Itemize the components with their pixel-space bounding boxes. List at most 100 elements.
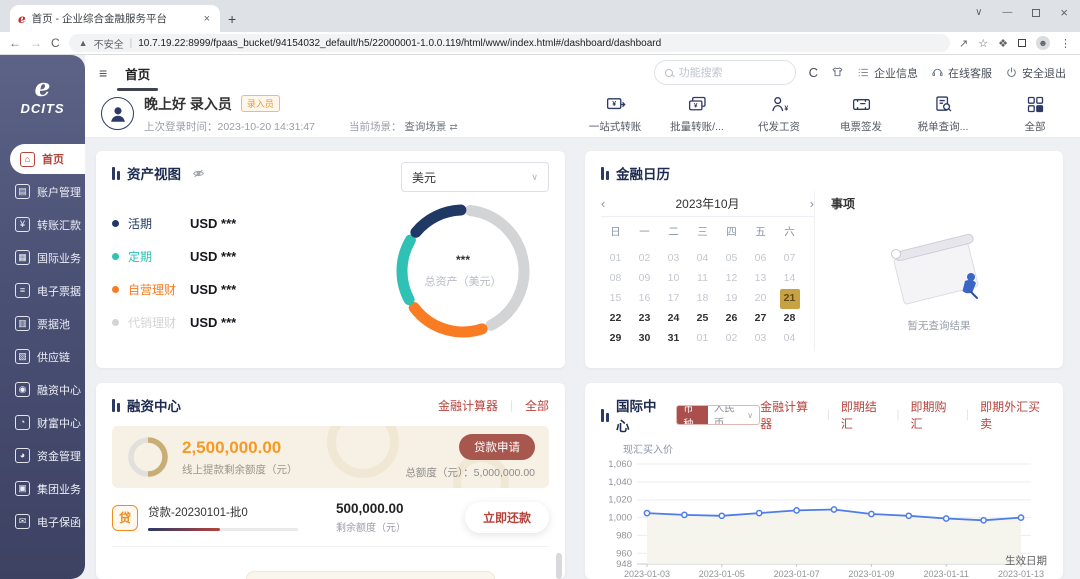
sidebar-item-group[interactable]: ▣集团业务 [0, 472, 85, 505]
quick-action-batch-transfer[interactable]: ¥批量转账/... [668, 94, 726, 134]
calendar-day[interactable]: 04 [775, 329, 804, 349]
financing-all-link[interactable]: 全部 [525, 397, 549, 414]
reload-icon[interactable]: C [51, 36, 60, 50]
sidebar-item-supply-chain[interactable]: ▧供应链 [0, 340, 85, 373]
quick-action-e-ticket[interactable]: 电票签发 [832, 94, 890, 134]
window-restore-icon[interactable] [1032, 9, 1040, 17]
tab-close-icon[interactable]: × [202, 13, 212, 25]
calendar-day[interactable]: 03 [746, 329, 775, 349]
sidebar-item-funds[interactable]: ◕资金管理 [0, 439, 85, 472]
forward-icon[interactable]: → [30, 36, 42, 50]
calendar-day[interactable]: 01 [688, 329, 717, 349]
calendar-day[interactable]: 07 [775, 249, 804, 269]
loan-apply-button[interactable]: 贷款申请 [459, 434, 535, 460]
search-icon [665, 69, 673, 77]
calendar-day[interactable]: 30 [630, 329, 659, 349]
currency-type-select[interactable]: 人民币 ∨ [708, 405, 759, 425]
sidebar-item-guarantee[interactable]: ✉电子保函 [0, 505, 85, 538]
sidebar-item-home[interactable]: ⌂首页 [10, 144, 85, 174]
extensions-icon[interactable]: ❖ [998, 37, 1008, 50]
browser-tab[interactable]: e 首页 - 企业综合金融服务平台 × [10, 5, 220, 32]
calendar-title: 金融日历 [601, 163, 1047, 183]
calendar-day[interactable]: 15 [601, 289, 630, 309]
quick-action-transfer-card[interactable]: ¥一站式转账 [586, 94, 644, 134]
sidebar-item-international[interactable]: ▦国际业务 [0, 241, 85, 274]
calendar-day[interactable]: 03 [659, 249, 688, 269]
window-menu-icon[interactable]: ∨ [975, 7, 982, 18]
online-service-link[interactable]: 在线客服 [931, 65, 992, 81]
repay-now-button[interactable]: 立即还款 [465, 502, 549, 533]
function-search[interactable] [654, 60, 796, 85]
quick-action-grid[interactable]: 全部 [1006, 94, 1064, 134]
company-info-link[interactable]: 企业信息 [857, 65, 918, 81]
calendar-day[interactable]: 23 [630, 309, 659, 329]
calendar-prev-icon[interactable]: ‹ [601, 196, 621, 211]
share-icon[interactable]: ↗ [959, 37, 968, 50]
sidebar-item-financing[interactable]: ◉融资中心 [0, 373, 85, 406]
calendar-day[interactable]: 06 [746, 249, 775, 269]
calendar-day[interactable]: 12 [717, 269, 746, 289]
search-input[interactable] [679, 67, 785, 79]
calendar-day[interactable]: 22 [601, 309, 630, 329]
page-tab-home[interactable]: 首页 [123, 55, 152, 91]
calendar-day[interactable]: 14 [775, 269, 804, 289]
refresh-icon[interactable]: C [809, 65, 818, 80]
intl-link[interactable]: 即期购汇 [910, 398, 955, 432]
title-bars-icon [601, 409, 609, 422]
back-icon[interactable]: ← [9, 36, 21, 50]
new-tab-button[interactable]: + [228, 11, 236, 27]
calendar-day[interactable]: 02 [630, 249, 659, 269]
sidebar-item-account[interactable]: ▤账户管理 [0, 175, 85, 208]
currency-select[interactable]: 美元 ∨ [401, 162, 549, 192]
calendar-day[interactable]: 04 [688, 249, 717, 269]
calendar-day[interactable]: 10 [659, 269, 688, 289]
quick-action-payroll[interactable]: ¥代发工资 [750, 94, 808, 134]
calendar-day[interactable]: 08 [601, 269, 630, 289]
intl-link[interactable]: 金融计算器 [760, 398, 816, 432]
browser-menu-icon[interactable]: ⋮ [1060, 37, 1071, 50]
calendar-day[interactable]: 13 [746, 269, 775, 289]
quick-action-tax-search[interactable]: 税单查询... [914, 94, 972, 134]
security-warning-icon[interactable]: ▲ [79, 38, 88, 48]
calendar-day[interactable]: 18 [688, 289, 717, 309]
window-close-icon[interactable]: × [1060, 5, 1068, 20]
calendar-day[interactable]: 25 [688, 309, 717, 329]
calendar-day[interactable]: 27 [746, 309, 775, 329]
calendar-day[interactable]: 26 [717, 309, 746, 329]
collapse-menu-icon[interactable]: ≡ [99, 65, 107, 81]
dcits-logo: e DCITS [0, 55, 85, 116]
sidebar-item-transfer[interactable]: ¥转账汇款 [0, 208, 85, 241]
calendar-day[interactable]: 16 [630, 289, 659, 309]
calendar-day[interactable]: 01 [601, 249, 630, 269]
panel-scrollbar[interactable] [556, 553, 562, 579]
calendar-day[interactable]: 09 [630, 269, 659, 289]
intl-link[interactable]: 即期外汇买卖 [980, 398, 1047, 432]
theme-skin-icon[interactable] [831, 66, 844, 79]
browser-profile-avatar[interactable]: ☻ [1036, 36, 1050, 50]
sidebar-item-e-bill[interactable]: ≡电子票据 [0, 274, 85, 307]
calendar-day[interactable]: 24 [659, 309, 688, 329]
intl-link[interactable]: 即期结汇 [841, 398, 886, 432]
eye-hidden-icon[interactable] [192, 167, 205, 180]
sidebar-item-bill-pool[interactable]: ▥票据池 [0, 307, 85, 340]
calendar-day[interactable]: 17 [659, 289, 688, 309]
calendar-day[interactable]: 05 [717, 249, 746, 269]
calendar-day[interactable]: 29 [601, 329, 630, 349]
finance-calculator-link[interactable]: 金融计算器 [438, 397, 498, 414]
tab-group-icon[interactable] [1018, 39, 1026, 47]
calendar-day[interactable]: 20 [746, 289, 775, 309]
international-icon: ▦ [15, 250, 30, 265]
safe-logout-link[interactable]: 安全退出 [1005, 65, 1066, 81]
calendar-day-today[interactable]: 21 [775, 289, 804, 309]
address-bar[interactable]: ▲ 不安全 | 10.7.19.22:8999/fpaas_bucket/941… [69, 34, 950, 52]
calendar-next-icon[interactable]: › [794, 196, 814, 211]
window-minimize-icon[interactable]: — [1002, 7, 1012, 18]
calendar-day[interactable]: 19 [717, 289, 746, 309]
calendar-day[interactable]: 31 [659, 329, 688, 349]
calendar-day[interactable]: 11 [688, 269, 717, 289]
bookmark-star-icon[interactable]: ☆ [978, 37, 988, 50]
calendar-day[interactable]: 28 [775, 309, 804, 329]
scene-switch-icon[interactable]: ⇄ [449, 122, 457, 133]
calendar-day[interactable]: 02 [717, 329, 746, 349]
sidebar-item-wealth[interactable]: ◔财富中心 [0, 406, 85, 439]
